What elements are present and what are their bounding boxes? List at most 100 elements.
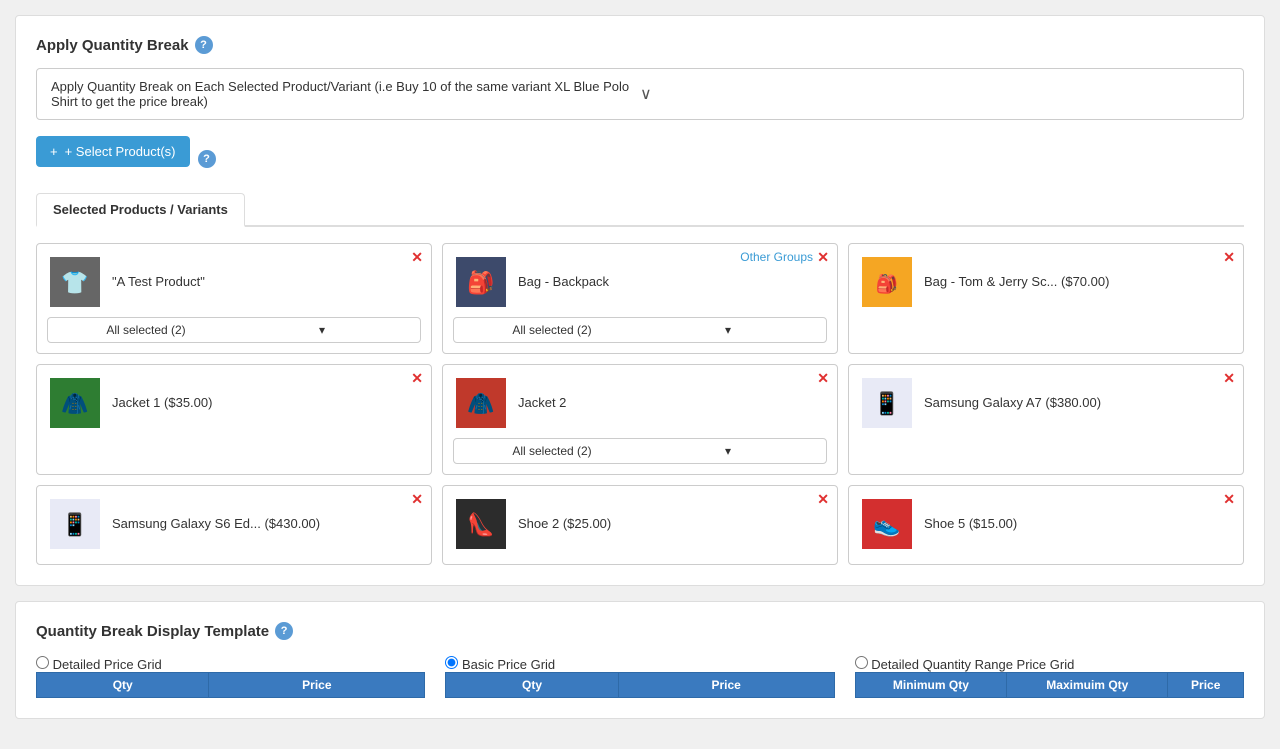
remove-button-shoe5[interactable]: ✕	[1223, 492, 1235, 506]
product-name-test-product: "A Test Product"	[112, 274, 205, 289]
product-card-bag-tom-jerry: ✕ 🎒 Bag - Tom & Jerry Sc... ($70.00)	[848, 243, 1244, 354]
tab-selected-products[interactable]: Selected Products / Variants	[36, 193, 245, 227]
apply-qty-break-card: Apply Quantity Break ? Apply Quantity Br…	[15, 15, 1265, 586]
product-name-shoe5: Shoe 5 ($15.00)	[924, 516, 1017, 531]
radio-detailed[interactable]	[36, 656, 49, 669]
table-header: Price	[209, 673, 425, 698]
product-card-jacket2: ✕ 🧥 Jacket 2 All selected (2) ▾	[442, 364, 838, 475]
tab-bar: Selected Products / Variants	[36, 193, 1244, 227]
qty-break-dropdown-value: Apply Quantity Break on Each Selected Pr…	[51, 79, 640, 109]
other-groups-link-bag-backpack[interactable]: Other Groups	[740, 250, 813, 264]
apply-qty-break-help-icon[interactable]: ?	[195, 36, 213, 54]
product-card-jacket1: ✕ 🧥 Jacket 1 ($35.00)	[36, 364, 432, 475]
product-card-samsung-a7: ✕ 📱 Samsung Galaxy A7 ($380.00)	[848, 364, 1244, 475]
product-card-bag-backpack: Other Groups ✕ 🎒 Bag - Backpack All sele…	[442, 243, 838, 354]
price-grid-table-detailed: QtyPrice	[36, 672, 425, 698]
display-title-text: Quantity Break Display Template	[36, 623, 269, 640]
variant-chevron-icon: ▾	[640, 323, 816, 337]
product-row-shoe2: 👠 Shoe 2 ($25.00)	[453, 496, 827, 551]
display-template-title: Quantity Break Display Template ?	[36, 622, 1244, 640]
variant-chevron-icon: ▾	[640, 444, 816, 458]
select-products-button[interactable]: + + Select Product(s)	[36, 136, 190, 167]
product-image-samsung-a7: 📱	[859, 375, 914, 430]
product-row-samsung-s6: 📱 Samsung Galaxy S6 Ed... ($430.00)	[47, 496, 421, 551]
variant-label-test-product: All selected (2)	[58, 323, 234, 337]
remove-button-jacket2[interactable]: ✕	[817, 371, 829, 385]
product-image-bag-backpack: 🎒	[453, 254, 508, 309]
product-name-jacket2: Jacket 2	[518, 395, 566, 410]
svg-text:🧥: 🧥	[467, 391, 494, 416]
qty-break-dropdown[interactable]: Apply Quantity Break on Each Selected Pr…	[36, 68, 1244, 120]
product-name-bag-tom-jerry: Bag - Tom & Jerry Sc... ($70.00)	[924, 274, 1109, 289]
product-name-samsung-s6: Samsung Galaxy S6 Ed... ($430.00)	[112, 516, 320, 531]
qty-break-display-card: Quantity Break Display Template ? Detail…	[15, 601, 1265, 719]
price-grid-table-basic: QtyPrice	[445, 672, 834, 698]
title-text: Apply Quantity Break	[36, 37, 189, 54]
price-grid-col-detailed: Detailed Price Grid QtyPrice	[36, 656, 425, 698]
variant-label-jacket2: All selected (2)	[464, 444, 640, 458]
svg-text:🎒: 🎒	[467, 270, 494, 296]
radio-basic[interactable]	[445, 656, 458, 669]
variant-chevron-icon: ▾	[234, 323, 410, 337]
select-products-label: + Select Product(s)	[65, 144, 176, 159]
svg-text:📱: 📱	[873, 391, 900, 416]
product-image-test-product: 👕	[47, 254, 102, 309]
variant-dropdown-test-product[interactable]: All selected (2) ▾	[47, 317, 421, 343]
price-grid-col-basic: Basic Price Grid QtyPrice	[445, 656, 834, 698]
price-grid-label-detailed: Detailed Price Grid	[53, 657, 162, 672]
remove-button-samsung-s6[interactable]: ✕	[411, 492, 423, 506]
price-grid-label-basic: Basic Price Grid	[462, 657, 555, 672]
table-header: Minimum Qty	[855, 673, 1007, 698]
remove-button-samsung-a7[interactable]: ✕	[1223, 371, 1235, 385]
products-grid: ✕ 👕 "A Test Product" All selected (2) ▾ …	[36, 243, 1244, 565]
radio-detailed-range[interactable]	[855, 656, 868, 669]
product-name-jacket1: Jacket 1 ($35.00)	[112, 395, 212, 410]
product-card-shoe2: ✕ 👠 Shoe 2 ($25.00)	[442, 485, 838, 565]
price-grid-options: Detailed Price Grid QtyPrice Basic Price…	[36, 656, 1244, 698]
price-grid-option-detailed-range[interactable]: Detailed Quantity Range Price Grid	[855, 657, 1075, 672]
product-image-jacket1: 🧥	[47, 375, 102, 430]
remove-button-bag-backpack[interactable]: ✕	[817, 250, 829, 264]
svg-text:👕: 👕	[61, 270, 88, 295]
plus-icon: +	[50, 144, 58, 159]
product-image-jacket2: 🧥	[453, 375, 508, 430]
table-header: Qty	[37, 673, 209, 698]
product-image-bag-tom-jerry: 🎒	[859, 254, 914, 309]
price-grid-col-detailed-range: Detailed Quantity Range Price Grid Minim…	[855, 656, 1244, 698]
svg-text:👟: 👟	[873, 512, 900, 538]
product-row-shoe5: 👟 Shoe 5 ($15.00)	[859, 496, 1233, 551]
product-row-bag-tom-jerry: 🎒 Bag - Tom & Jerry Sc... ($70.00)	[859, 254, 1233, 309]
table-header: Price	[618, 673, 834, 698]
product-card-samsung-s6: ✕ 📱 Samsung Galaxy S6 Ed... ($430.00)	[36, 485, 432, 565]
product-row-jacket1: 🧥 Jacket 1 ($35.00)	[47, 375, 421, 430]
table-header-row: QtyPrice	[446, 673, 834, 698]
remove-button-test-product[interactable]: ✕	[411, 250, 423, 264]
svg-text:👠: 👠	[467, 511, 494, 537]
price-grid-label-detailed-range: Detailed Quantity Range Price Grid	[871, 657, 1074, 672]
remove-button-shoe2[interactable]: ✕	[817, 492, 829, 506]
select-products-help-icon[interactable]: ?	[198, 150, 216, 168]
remove-button-jacket1[interactable]: ✕	[411, 371, 423, 385]
apply-qty-break-title: Apply Quantity Break ?	[36, 36, 1244, 54]
price-grid-table-detailed-range: Minimum QtyMaximuim QtyPrice	[855, 672, 1244, 698]
product-row-jacket2: 🧥 Jacket 2	[453, 375, 827, 430]
product-image-shoe5: 👟	[859, 496, 914, 551]
product-name-samsung-a7: Samsung Galaxy A7 ($380.00)	[924, 395, 1101, 410]
chevron-down-icon: ∨	[640, 84, 1229, 104]
product-card-test-product: ✕ 👕 "A Test Product" All selected (2) ▾	[36, 243, 432, 354]
tab-label: Selected Products / Variants	[53, 202, 228, 217]
table-header: Maximuim Qty	[1007, 673, 1168, 698]
product-card-shoe5: ✕ 👟 Shoe 5 ($15.00)	[848, 485, 1244, 565]
variant-dropdown-jacket2[interactable]: All selected (2) ▾	[453, 438, 827, 464]
price-grid-option-basic[interactable]: Basic Price Grid	[445, 657, 555, 672]
product-image-samsung-s6: 📱	[47, 496, 102, 551]
price-grid-option-detailed[interactable]: Detailed Price Grid	[36, 657, 162, 672]
variant-dropdown-bag-backpack[interactable]: All selected (2) ▾	[453, 317, 827, 343]
table-header: Price	[1168, 673, 1244, 698]
product-row-samsung-a7: 📱 Samsung Galaxy A7 ($380.00)	[859, 375, 1233, 430]
remove-button-bag-tom-jerry[interactable]: ✕	[1223, 250, 1235, 264]
svg-text:🎒: 🎒	[875, 273, 897, 295]
product-name-shoe2: Shoe 2 ($25.00)	[518, 516, 611, 531]
display-template-help-icon[interactable]: ?	[275, 622, 293, 640]
table-header: Qty	[446, 673, 618, 698]
